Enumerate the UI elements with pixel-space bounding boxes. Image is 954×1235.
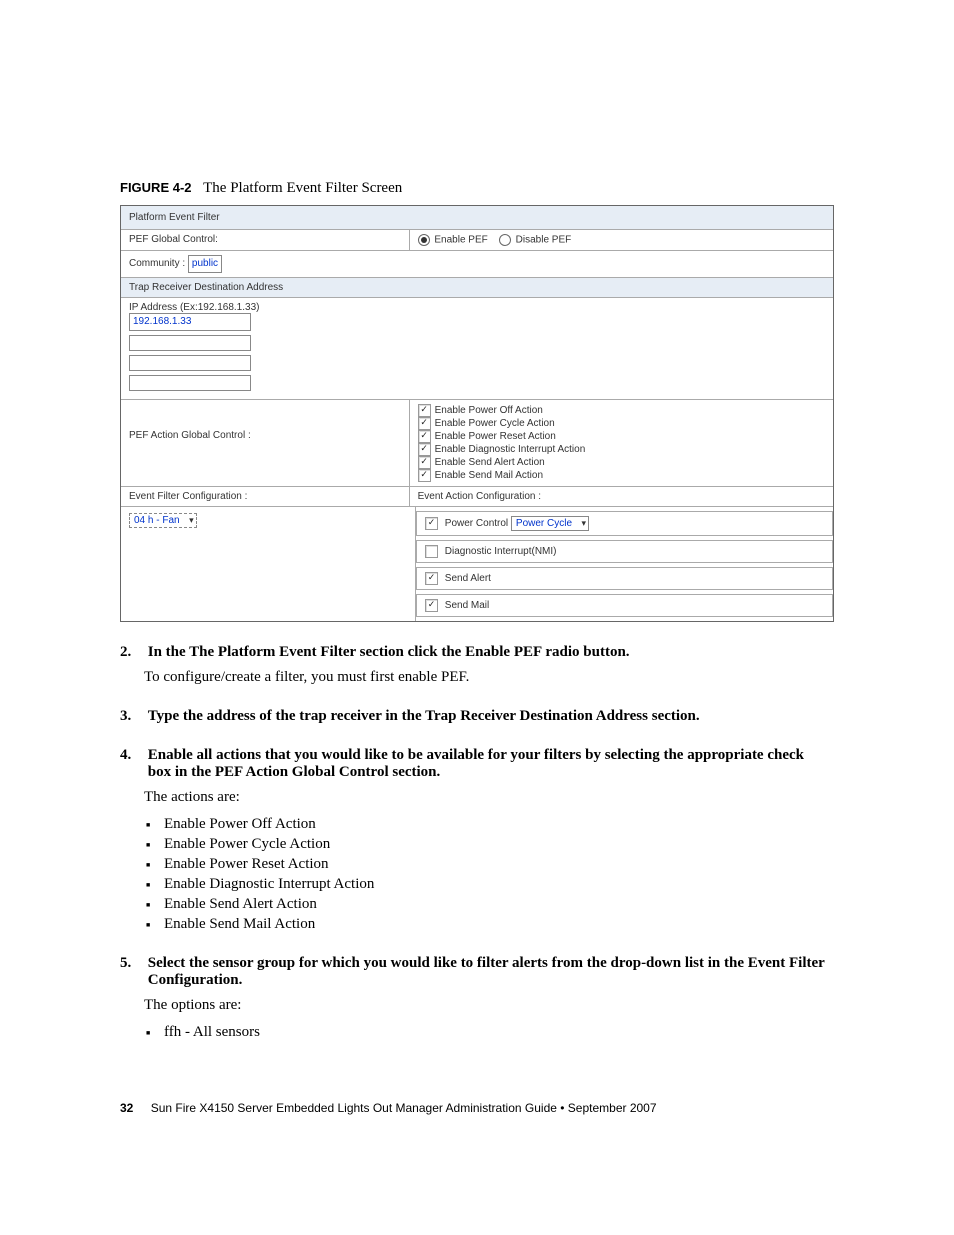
page-number: 32 [120,1101,133,1115]
sensor-select[interactable]: 04 h - Fan [129,513,197,528]
figure-title: The Platform Event Filter Screen [203,180,402,196]
enable-pef-radio[interactable] [418,234,430,246]
ip-label: IP Address (Ex:192.168.1.33) [129,302,825,313]
step-2: 2. In the The Platform Event Filter sect… [120,644,834,661]
list-item: Enable Send Mail Action [146,916,834,933]
list-item: Enable Send Alert Action [146,896,834,913]
diag-nmi-label: Diagnostic Interrupt(NMI) [445,546,557,557]
ip-input-4[interactable] [129,375,251,391]
cb-diag-nmi[interactable] [425,545,438,558]
community-label: Community : [129,258,185,269]
cb-send-mail[interactable]: ✓ [418,469,431,482]
ip-input-1[interactable]: 192.168.1.33 [129,313,251,331]
step-4: 4. Enable all actions that you would lik… [120,747,834,781]
trap-header: Trap Receiver Destination Address [121,278,833,298]
send-alert-label: Send Alert [445,573,491,584]
step-5-list: ffh - All sensors [120,1024,834,1041]
step-2-text: In the The Platform Event Filter section… [148,644,828,661]
step-5-text: Select the sensor group for which you wo… [148,955,828,989]
list-item: Enable Diagnostic Interrupt Action [146,876,834,893]
cb-power-reset[interactable]: ✓ [418,430,431,443]
screenshot-header: Platform Event Filter [121,206,833,230]
step-3-text: Type the address of the trap receiver in… [148,708,828,725]
cb-power-control[interactable]: ✓ [425,517,438,530]
power-control-label: Power Control [445,518,508,529]
cb-diag-int[interactable]: ✓ [418,443,431,456]
cb-power-cycle[interactable]: ✓ [418,417,431,430]
figure-caption: FIGURE 4-2 The Platform Event Filter Scr… [120,180,834,197]
list-item: Enable Power Off Action [146,816,834,833]
pef-global-value: Enable PEF Disable PEF [409,230,833,250]
community-row: Community : public [121,251,833,278]
list-item: ffh - All sensors [146,1024,834,1041]
step-4-text: Enable all actions that you would like t… [148,747,828,781]
step-4-sub: The actions are: [144,789,834,806]
figure-number: FIGURE 4-2 [120,180,192,195]
pef-screenshot: Platform Event Filter PEF Global Control… [120,205,834,622]
step-2-sub: To configure/create a filter, you must f… [144,669,834,686]
community-input[interactable]: public [188,255,222,273]
send-mail-label: Send Mail [445,600,489,611]
ip-input-3[interactable] [129,355,251,371]
disable-pef-label: Disable PEF [516,235,572,246]
disable-pef-radio[interactable] [499,234,511,246]
evaction-label: Event Action Configuration : [418,491,541,502]
step-5-sub: The options are: [144,997,834,1014]
list-item: Enable Power Cycle Action [146,836,834,853]
power-control-select[interactable]: Power Cycle [511,516,589,531]
step-3: 3. Type the address of the trap receiver… [120,708,834,725]
cb-send-alert-2[interactable]: ✓ [425,572,438,585]
page-footer: 32 Sun Fire X4150 Server Embedded Lights… [120,1101,834,1115]
cb-send-alert[interactable]: ✓ [418,456,431,469]
enable-pef-label: Enable PEF [434,235,487,246]
evfilter-label: Event Filter Configuration : [129,491,247,502]
cb-send-mail-2[interactable]: ✓ [425,599,438,612]
list-item: Enable Power Reset Action [146,856,834,873]
step-4-list: Enable Power Off Action Enable Power Cyc… [120,816,834,933]
action-global-label: PEF Action Global Control : [121,400,409,445]
ip-input-2[interactable] [129,335,251,351]
action-global-list: ✓Enable Power Off Action ✓Enable Power C… [409,400,833,486]
step-5: 5. Select the sensor group for which you… [120,955,834,989]
pef-global-label: PEF Global Control: [121,230,409,249]
footer-text: Sun Fire X4150 Server Embedded Lights Ou… [151,1101,657,1115]
cb-power-off[interactable]: ✓ [418,404,431,417]
